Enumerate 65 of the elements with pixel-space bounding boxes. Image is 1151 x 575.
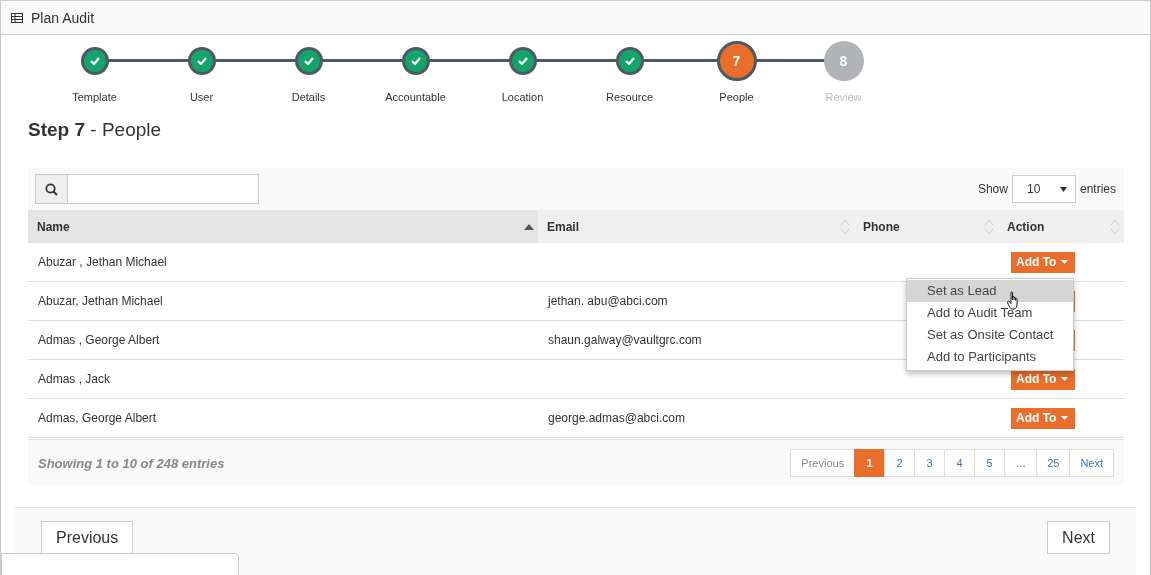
step-circle[interactable] [80,47,109,75]
step-label: Resource [605,91,654,103]
entries-info: Showing 1 to 10 of 248 entries [38,455,225,471]
check-icon [196,57,207,65]
step-circle[interactable] [508,47,537,75]
page-size-select[interactable]: 10 [1011,175,1076,203]
check-icon [303,57,314,65]
table-cell: george.admas@abci.com [538,398,854,439]
step-circle[interactable]: 7 [716,41,757,81]
check-icon [410,57,421,65]
step-label: People [719,91,754,103]
column-header[interactable]: Name [28,210,538,243]
add-to-button[interactable]: Add To [1011,407,1075,429]
step-label: Template [72,91,117,103]
menu-item[interactable]: Add to Participants [907,346,1074,368]
page-link[interactable]: Previous [790,449,856,477]
step-number: 8 [839,53,848,69]
page-link[interactable]: 3 [914,449,946,477]
step-label: Review [825,91,862,103]
table-icon [11,12,23,23]
table-cell: Abuzar , Jethan Michael [28,243,538,282]
step-circle[interactable] [615,47,644,75]
previous-button[interactable]: Previous [41,521,134,554]
step-number: 7 [732,53,741,69]
table-cell: Admas , George Albert [28,320,538,360]
step-label: Location [501,91,544,103]
next-button[interactable]: Next [1047,521,1110,554]
add-to-button[interactable]: Add To [1011,251,1075,273]
page-link[interactable]: 4 [944,449,976,477]
caret-icon [1061,416,1069,420]
step-circle[interactable] [294,47,323,75]
window-title: Plan Audit [31,9,95,26]
check-icon [517,57,528,65]
step-circle[interactable] [187,47,216,75]
page-link[interactable]: Next [1069,449,1114,477]
page-link[interactable]: 5 [974,449,1006,477]
menu-item[interactable]: Add to Audit Team [907,302,1074,324]
show-label: Show [977,182,1008,196]
step-label: Details [291,91,326,103]
table-cell: Admas , Jack [28,359,538,399]
search-field[interactable] [35,174,259,204]
table-cell: jethan. abu@abci.com [538,281,854,321]
caret-icon [1061,377,1069,381]
table-cell: shaun.galway@vaultgrc.com [538,320,854,360]
check-icon [89,57,100,65]
step-label: Accountable [385,91,446,103]
column-header[interactable]: Action [998,210,1124,243]
search-icon [45,182,58,196]
page-link[interactable]: … [1004,449,1038,477]
check-icon [624,57,635,65]
column-header[interactable]: Email [538,210,854,243]
caret-icon [1061,260,1069,264]
entries-label: entries [1079,182,1116,196]
column-header[interactable]: Phone [854,210,998,243]
step-heading: Step 7 - People [28,119,163,141]
menu-item[interactable]: Set as Onsite Contact [907,324,1074,346]
step-label: User [189,91,214,103]
table-cell: Admas, George Albert [28,398,538,439]
caret-icon [1059,186,1067,192]
page-link[interactable]: 1 [854,449,886,477]
menu-item[interactable]: Set as Lead [907,280,1074,302]
table-cell: Abuzar, Jethan Michael [28,281,538,321]
step-circle[interactable] [401,47,430,75]
page-link[interactable]: 25 [1036,449,1071,477]
page-link[interactable]: 2 [884,449,916,477]
